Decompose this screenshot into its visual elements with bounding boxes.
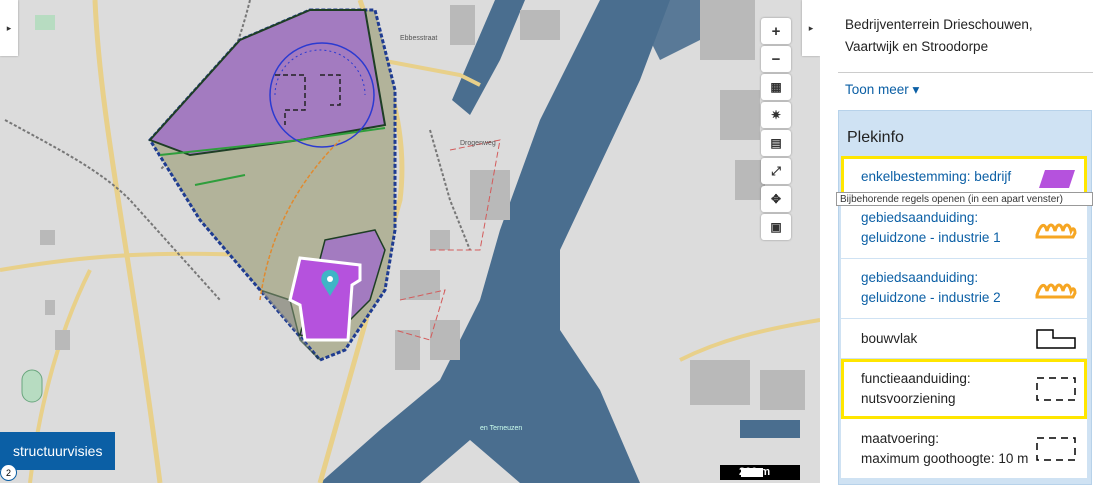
plekinfo-item-nutsvoorziening: functieaanduiding: nutsvoorziening	[841, 359, 1087, 419]
zoom-out-button[interactable]: −	[761, 46, 791, 72]
dashed-box-icon	[1036, 377, 1076, 401]
layers-button[interactable]: ▦	[761, 74, 791, 100]
item-label-line1: maatvoering:	[861, 431, 940, 446]
map-view[interactable]: Ebbesstraat Drogenweg en Terneuzen ▸ ▸ +…	[0, 0, 820, 483]
noise-zone-icon	[1035, 283, 1077, 299]
building-plane-icon	[1036, 329, 1076, 349]
plekinfo-title: Plekinfo	[847, 129, 904, 146]
plekinfo-item-bouwvlak: bouwvlak	[841, 319, 1087, 359]
item-label-line2[interactable]: geluidzone - industrie 1	[861, 228, 1001, 248]
item-label-line2: nutsvoorziening	[861, 391, 956, 406]
purple-parallelogram-icon	[1039, 170, 1075, 188]
street-label: Drogenweg	[460, 140, 496, 147]
settings-button[interactable]: ✷	[761, 102, 791, 128]
map-toolbar: + − ▦ ✷ ▤ ⤢ ✥ ▣	[761, 18, 791, 240]
plekinfo-item-geluidzone-1[interactable]: gebiedsaanduiding: geluidzone - industri…	[841, 199, 1087, 259]
divider	[838, 72, 1093, 73]
map-canvas[interactable]: Ebbesstraat Drogenweg en Terneuzen	[0, 0, 820, 483]
scale-bar: 200 m	[720, 465, 800, 480]
item-label-line1[interactable]: gebiedsaanduiding:	[861, 268, 978, 288]
noise-zone-icon	[1035, 223, 1077, 239]
toon-meer-link[interactable]: Toon meer ▾	[845, 82, 919, 98]
item-label-line2: maximum goothoogte: 10 m	[861, 451, 1029, 466]
info-panel: Bedrijventerrein Drieschouwen, Vaartwijk…	[820, 0, 1093, 485]
street-label: Ebbesstraat	[400, 35, 437, 42]
dashed-box-icon	[1036, 437, 1076, 461]
move-button[interactable]: ✥	[761, 186, 791, 212]
zoom-in-button[interactable]: +	[761, 18, 791, 44]
rules-tooltip: Bijbehorende regels openen (in een apart…	[836, 192, 1093, 206]
fullscreen-button[interactable]: ⤢	[761, 158, 791, 184]
structuurvisies-tab[interactable]: structuurvisies	[0, 432, 115, 470]
item-label-line2[interactable]: geluidzone - industrie 2	[861, 288, 1001, 308]
left-panel-toggle[interactable]: ▸	[0, 0, 18, 56]
legend-button[interactable]: ▣	[761, 214, 791, 240]
plekinfo-box: Plekinfo enkelbestemming: bedrijf gebied…	[838, 110, 1092, 485]
right-panel-toggle[interactable]: ▸	[802, 0, 820, 56]
location-title: Bedrijventerrein Drieschouwen, Vaartwijk…	[845, 17, 1033, 54]
item-label: bouwvlak	[861, 331, 918, 346]
place-label: en Terneuzen	[480, 425, 522, 432]
item-label-line1: functieaanduiding:	[861, 371, 971, 386]
item-label[interactable]: enkelbestemming: bedrijf	[861, 167, 1011, 187]
item-label-line1[interactable]: gebiedsaanduiding:	[861, 208, 978, 228]
plekinfo-item-maatvoering: maatvoering: maximum goothoogte: 10 m	[841, 419, 1087, 479]
print-button[interactable]: ▤	[761, 130, 791, 156]
plekinfo-item-geluidzone-2[interactable]: gebiedsaanduiding: geluidzone - industri…	[841, 259, 1087, 319]
layer-count-badge: 2	[0, 464, 17, 481]
layer-tab-label: structuurvisies	[13, 443, 103, 459]
scale-label: 200 m	[739, 466, 771, 478]
